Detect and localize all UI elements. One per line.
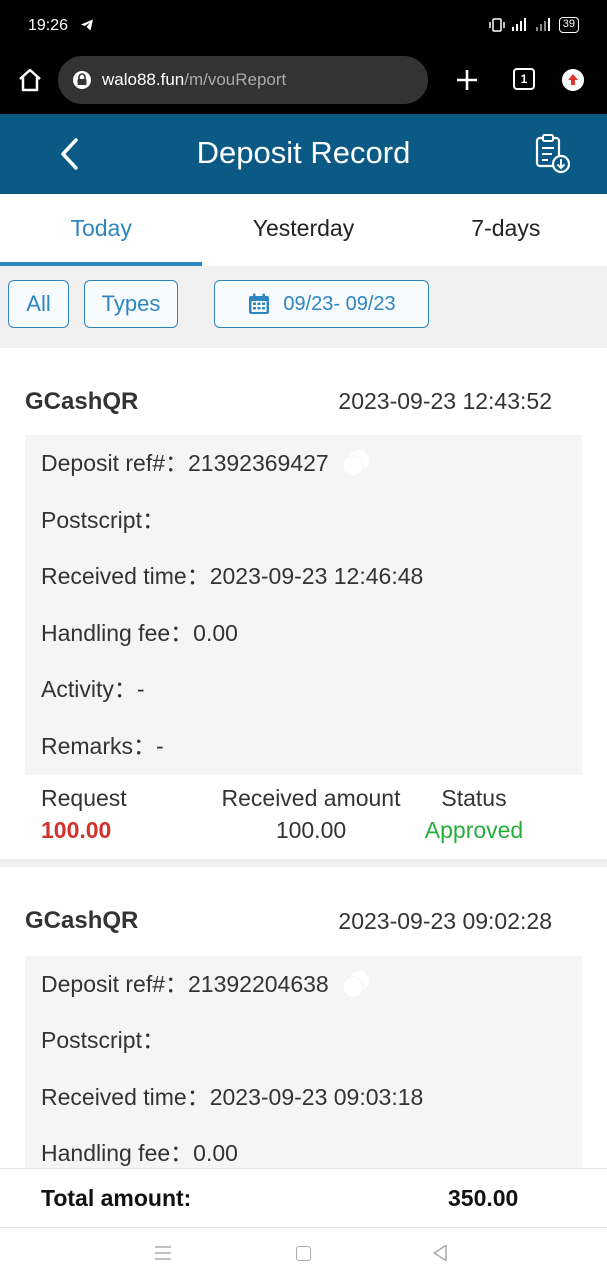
site-info-icon[interactable] xyxy=(72,70,92,90)
url-path: /m/vouReport xyxy=(184,70,287,89)
request-amount: 100.00 xyxy=(41,816,112,843)
new-tab-icon[interactable] xyxy=(453,66,481,94)
record-datetime: 2023-09-23 12:43:52 xyxy=(338,388,552,414)
request-label: Request xyxy=(41,784,127,811)
signal-icon xyxy=(511,18,526,31)
tab-7-days[interactable]: 7-days xyxy=(405,194,607,266)
filter-all-button[interactable]: All xyxy=(8,280,69,328)
activity: Activity：- xyxy=(41,676,145,703)
postscript: Postscript： xyxy=(41,1027,165,1054)
vibrate-icon xyxy=(489,18,505,32)
status-bar: 19:26 39 xyxy=(0,0,607,52)
browser-toolbar: walo88.fun/m/vouReport 1 xyxy=(0,52,607,114)
remarks: Remarks：- xyxy=(41,732,164,759)
payment-type: GCashQR xyxy=(25,387,139,415)
record-card: GCashQR 2023-09-23 12:43:52 Deposit ref#… xyxy=(0,348,607,859)
total-amount-value: 350.00 xyxy=(448,1185,519,1211)
filter-bar: All Types 09/23- 09/23 xyxy=(0,266,607,348)
total-amount-label: Total amount: xyxy=(41,1185,192,1211)
date-tabs: Today Yesterday 7-days xyxy=(0,194,607,266)
payment-type: GCashQR xyxy=(25,907,139,935)
system-nav-bar xyxy=(0,1228,607,1280)
postscript: Postscript： xyxy=(41,506,165,533)
tab-switcher-icon[interactable]: 1 xyxy=(513,68,535,90)
copy-icon[interactable] xyxy=(339,967,373,1001)
url-text: walo88.fun/m/vouReport xyxy=(102,70,286,90)
received-time: Received time：2023-09-23 12:46:48 xyxy=(41,563,424,590)
handling-fee: Handling fee：0.00 xyxy=(41,1140,238,1167)
calendar-icon xyxy=(249,293,270,314)
tab-today[interactable]: Today xyxy=(0,194,203,266)
download-report-icon[interactable] xyxy=(532,132,572,176)
signal-icon-2 xyxy=(535,18,550,31)
recent-apps-icon[interactable] xyxy=(154,1245,172,1261)
deposit-record-list[interactable]: GCashQR 2023-09-23 12:43:52 Deposit ref#… xyxy=(0,348,607,1168)
page-title: Deposit Record xyxy=(196,135,411,170)
tab-yesterday[interactable]: Yesterday xyxy=(202,194,404,266)
record-card: GCashQR 2023-09-23 09:02:28 Deposit ref#… xyxy=(0,866,607,1168)
battery-icon: 39 xyxy=(558,17,579,33)
status-icons: 39 xyxy=(489,17,579,33)
update-icon[interactable] xyxy=(562,69,584,91)
date-range-label: 09/23- 09/23 xyxy=(283,292,396,315)
telegram-icon xyxy=(81,19,93,31)
nav-back-icon[interactable] xyxy=(432,1244,448,1262)
app-header: Deposit Record xyxy=(0,114,607,194)
total-bar: Total amount: 350.00 xyxy=(0,1168,607,1228)
status-label: Status xyxy=(441,784,507,811)
deposit-ref: Deposit ref#：21392369427 xyxy=(41,450,329,476)
record-details: Deposit ref#：21392369427 Postscript： Rec… xyxy=(25,435,582,775)
filter-types-button[interactable]: Types xyxy=(84,280,178,328)
deposit-ref: Deposit ref#：21392204638 xyxy=(41,970,329,997)
record-datetime: 2023-09-23 09:02:28 xyxy=(338,907,552,934)
address-bar[interactable]: walo88.fun/m/vouReport xyxy=(58,56,428,104)
record-summary: Request 100.00 Received amount 100.00 St… xyxy=(25,775,582,849)
clock: 19:26 xyxy=(28,17,69,34)
status-badge: Approved xyxy=(424,816,524,843)
nav-home-icon[interactable] xyxy=(296,1246,311,1261)
received-amount: 100.00 xyxy=(275,816,347,843)
record-details: Deposit ref#：21392204638 Postscript： Rec… xyxy=(25,955,582,1168)
received-time: Received time：2023-09-23 09:03:18 xyxy=(41,1083,424,1110)
url-host: walo88.fun xyxy=(102,70,185,89)
copy-icon[interactable] xyxy=(339,446,373,480)
home-icon[interactable] xyxy=(16,66,44,94)
received-amount-label: Received amount xyxy=(221,784,401,811)
date-range-button[interactable]: 09/23- 09/23 xyxy=(214,280,429,328)
handling-fee: Handling fee：0.00 xyxy=(41,619,238,646)
